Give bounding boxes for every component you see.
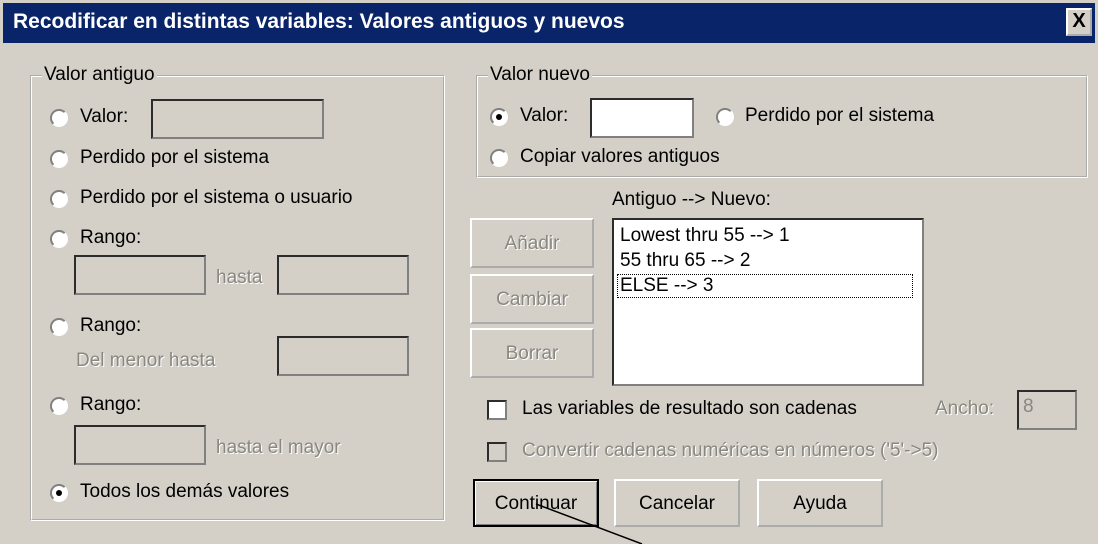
annotation-line xyxy=(535,503,643,544)
